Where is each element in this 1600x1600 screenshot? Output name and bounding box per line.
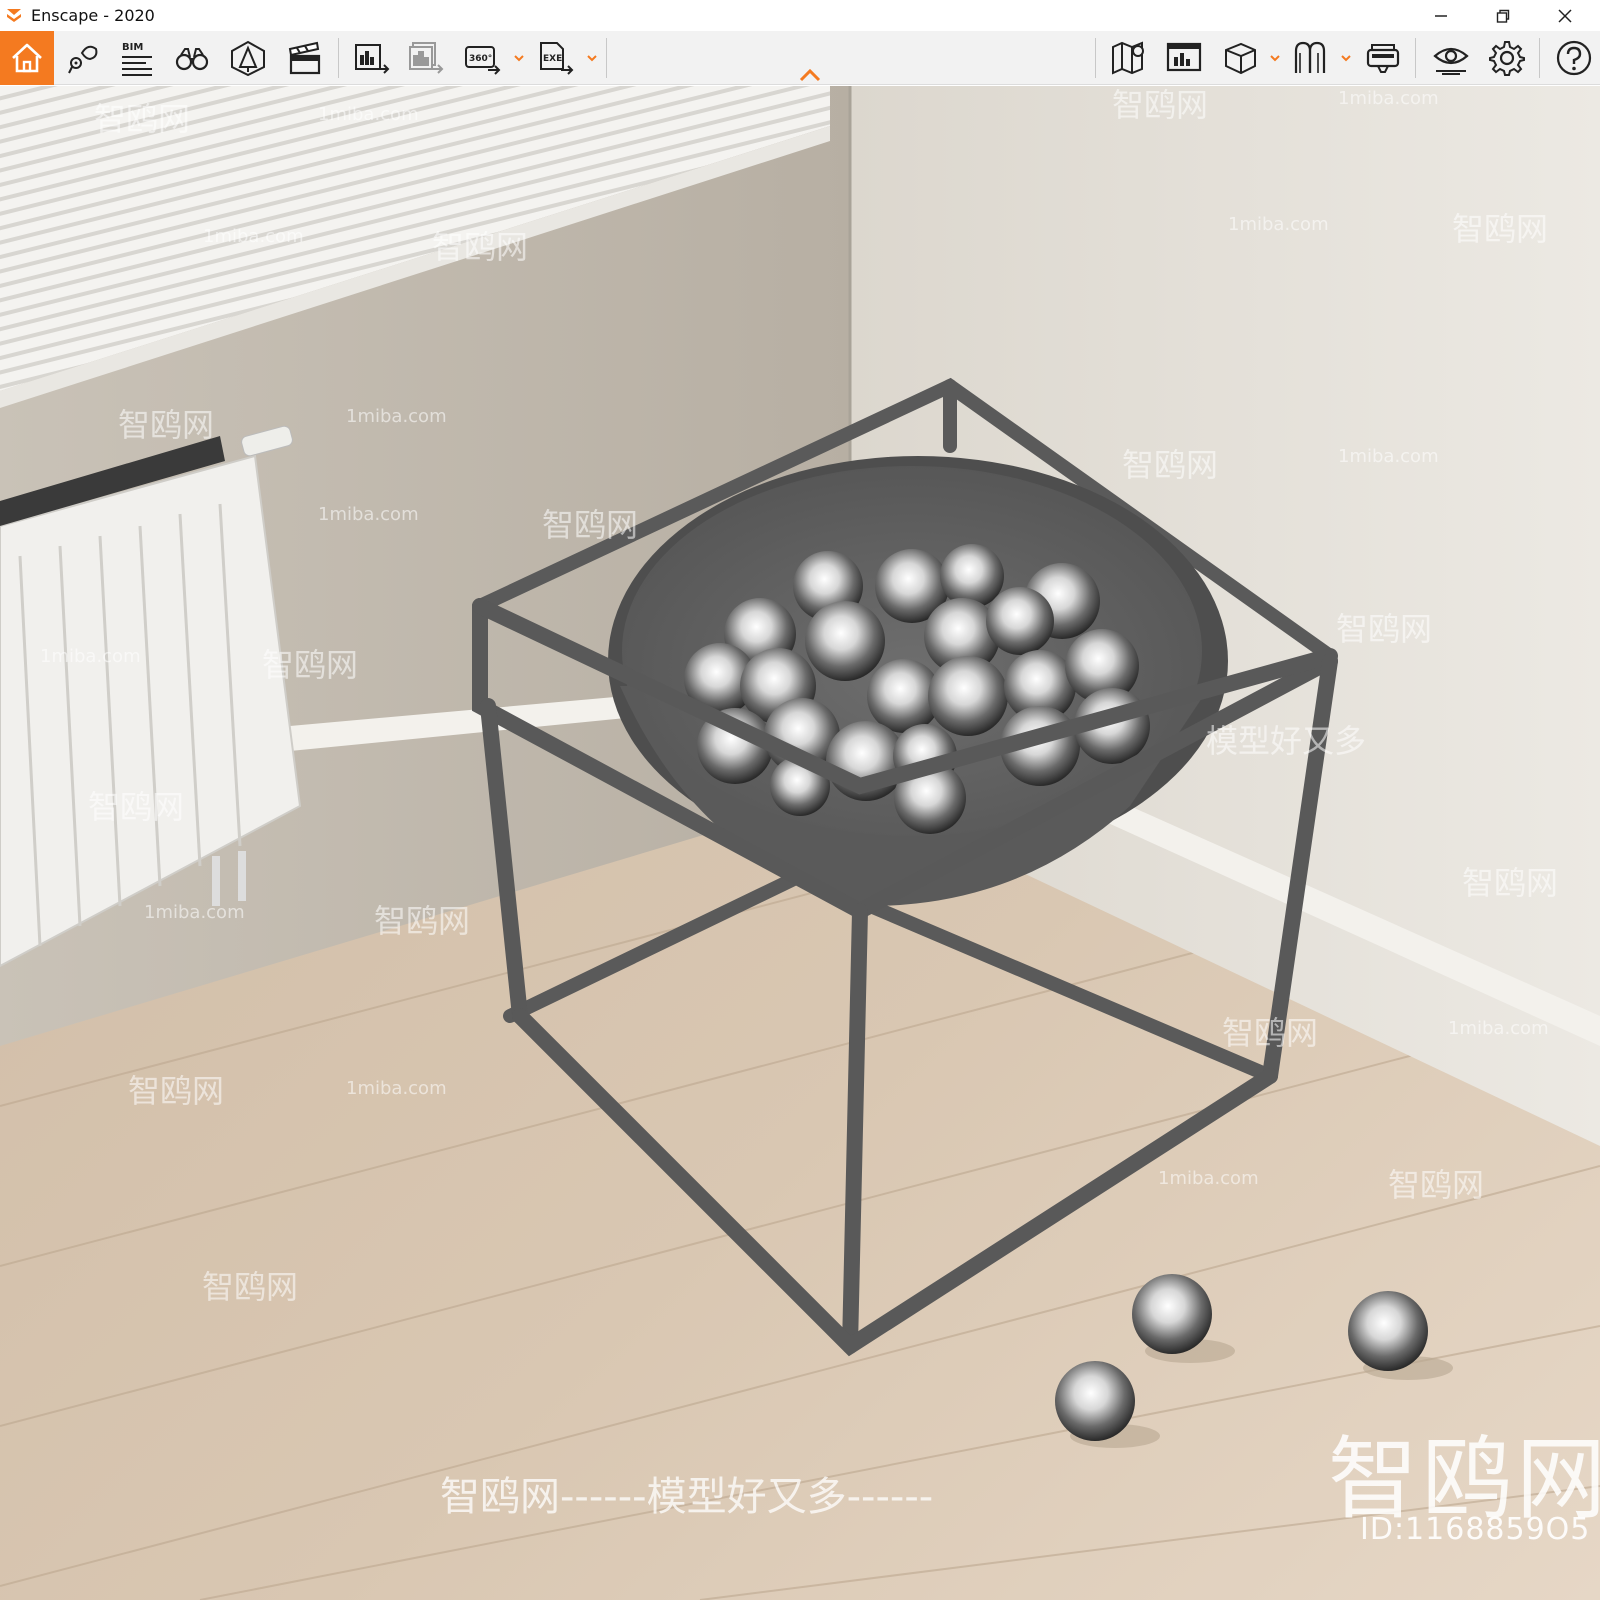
cube-button[interactable] — [1214, 31, 1266, 85]
video-editor-icon — [288, 41, 321, 75]
export-screenshot-button[interactable] — [346, 31, 398, 85]
export-360-button[interactable]: 360° — [457, 31, 509, 85]
home-button[interactable] — [0, 31, 54, 85]
material-editor-icon — [1294, 41, 1326, 73]
binoculars-button[interactable] — [166, 31, 218, 85]
map-button[interactable] — [1103, 31, 1155, 85]
view-management-button[interactable] — [57, 31, 109, 85]
asset-library-button[interactable] — [222, 31, 274, 85]
bim-icon: BIM — [122, 42, 152, 76]
cube-icon — [1225, 42, 1256, 75]
label-360: 360° — [469, 54, 492, 64]
eye-visual-settings-icon — [1433, 47, 1469, 75]
settings-button[interactable] — [1481, 31, 1533, 85]
export-exe-icon: EXE — [540, 42, 574, 75]
collapse-toolbar-chevron-up-icon[interactable] — [797, 66, 823, 84]
export-web-button[interactable] — [1158, 31, 1210, 85]
title-bar: Enscape - 2020 — [0, 0, 1600, 31]
toolbar-separator — [338, 38, 339, 78]
minimize-button[interactable] — [1410, 0, 1472, 31]
home-icon — [12, 43, 42, 73]
export-screenshot-icon — [355, 44, 390, 74]
label-exe: EXE — [543, 54, 562, 64]
minimize-icon — [1435, 14, 1447, 17]
chevron-down-icon[interactable] — [1268, 51, 1282, 65]
map-icon — [1112, 41, 1144, 75]
close-button[interactable] — [1534, 0, 1596, 31]
export-360-icon: 360° — [465, 46, 501, 75]
bim-button[interactable]: BIM — [111, 31, 163, 85]
chevron-down-icon[interactable] — [585, 51, 599, 65]
batch-render-icon — [409, 42, 444, 74]
export-web-icon — [1166, 42, 1202, 72]
chevron-down-icon[interactable] — [1339, 51, 1353, 65]
toolbar-separator — [606, 38, 607, 78]
toolbar-separator — [1415, 38, 1416, 78]
bim-label: BIM — [122, 42, 143, 53]
help-icon — [1556, 40, 1592, 76]
toolbar-separator — [1539, 38, 1540, 78]
close-icon — [1558, 8, 1572, 23]
window-title: Enscape - 2020 — [31, 6, 155, 25]
vr-headset-icon — [1366, 44, 1400, 73]
export-exe-button[interactable]: EXE — [530, 31, 582, 85]
asset-library-icon — [231, 40, 265, 77]
chevron-down-icon[interactable] — [512, 51, 526, 65]
help-button[interactable] — [1548, 31, 1600, 85]
restore-icon — [1496, 9, 1510, 23]
view-management-icon — [68, 45, 98, 74]
visual-settings-button[interactable] — [1425, 31, 1477, 85]
material-editor-button[interactable] — [1285, 31, 1337, 85]
restore-button[interactable] — [1472, 0, 1534, 31]
toolbar-separator — [1095, 38, 1096, 78]
video-editor-button[interactable] — [278, 31, 330, 85]
rendered-scene — [0, 86, 1600, 1600]
binoculars-icon — [175, 48, 209, 71]
render-viewport[interactable]: 1miba.com 1miba.com 1miba.com 1miba.com … — [0, 86, 1600, 1600]
enscape-logo-icon — [7, 9, 21, 22]
vr-headset-button[interactable] — [1357, 31, 1409, 85]
batch-render-button[interactable] — [400, 31, 452, 85]
gear-icon — [1489, 41, 1525, 76]
